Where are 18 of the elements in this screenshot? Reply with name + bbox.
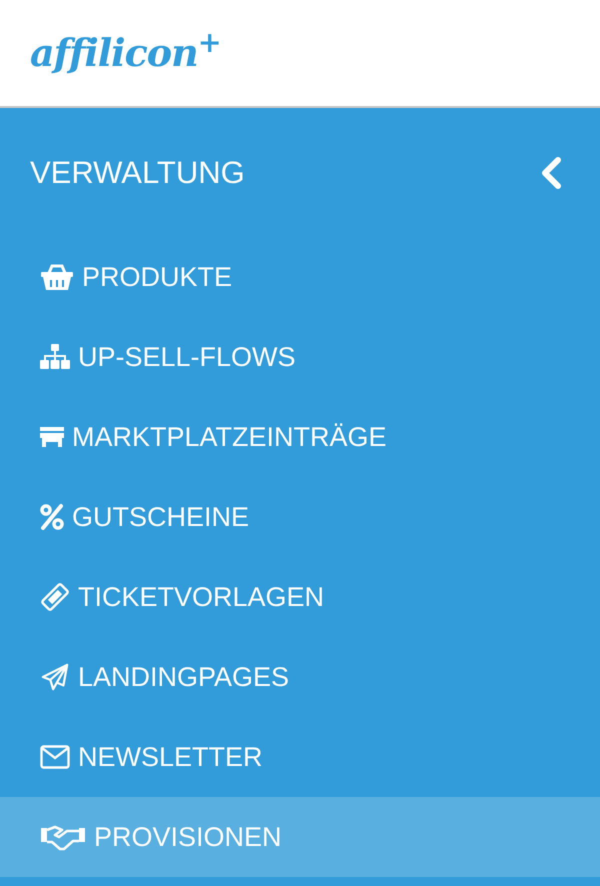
percent-icon	[40, 503, 64, 531]
logo: affilicon$^{+}$	[30, 34, 221, 72]
nav-item[interactable]: PRODUKTE	[0, 237, 600, 317]
nav-item[interactable]: MARKTPLATZEINTRÄGE	[0, 397, 600, 477]
nav-item[interactable]: GUTSCHEINE	[0, 477, 600, 557]
nav-item[interactable]: UP-SELL-FLOWS	[0, 317, 600, 397]
ticket-icon	[40, 583, 70, 611]
chevron-left-icon[interactable]	[540, 156, 562, 188]
nav-item[interactable]: LANDINGPAGES	[0, 637, 600, 717]
handshake-icon	[40, 823, 86, 851]
nav-item[interactable]: NEWSLETTER	[0, 717, 600, 797]
nav-item[interactable]: TICKETVORLAGEN	[0, 557, 600, 637]
sitemap-icon	[40, 343, 70, 371]
envelope-icon	[40, 743, 70, 771]
section-title: VERWALTUNG	[30, 157, 245, 188]
nav-item[interactable]: PROVISIONEN	[0, 797, 600, 877]
basket-icon	[40, 263, 74, 291]
paper-plane-icon	[40, 663, 70, 691]
